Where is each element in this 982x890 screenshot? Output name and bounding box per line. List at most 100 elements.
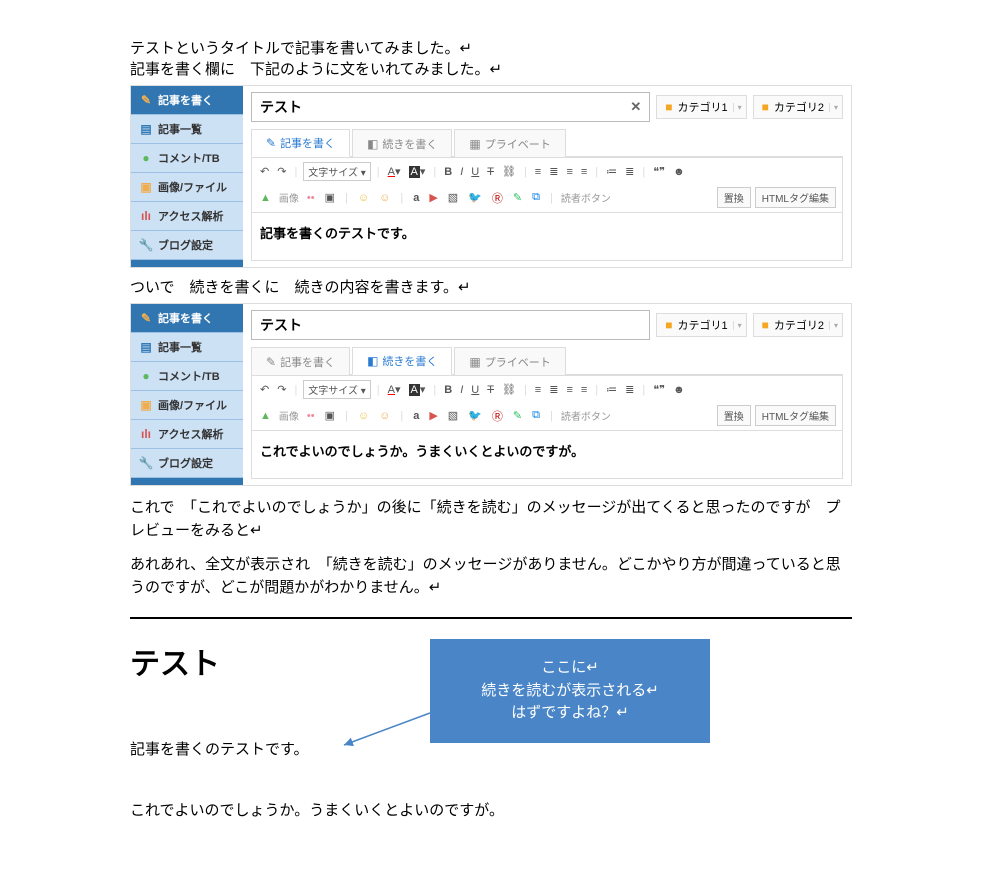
reader-button-label[interactable]: 読者ボタン (561, 190, 611, 205)
emoji-button[interactable]: ☻ (671, 384, 687, 396)
undo-button[interactable]: ↶ (258, 165, 271, 178)
tab-continue[interactable]: ◧続きを書く (352, 347, 452, 375)
youtube-button[interactable]: ▶ (427, 191, 439, 204)
smile1-button[interactable]: ☺ (356, 192, 371, 204)
smile2-button[interactable]: ☺ (377, 410, 392, 422)
sidebar-analytics[interactable]: ılıアクセス解析 (131, 420, 243, 449)
sidebar-comment[interactable]: ●コメント/TB (131, 362, 243, 391)
sidebar-write[interactable]: ✎記事を書く (131, 304, 243, 333)
tab-private[interactable]: ▦プライベート (454, 347, 565, 375)
align-center-button[interactable]: ≣ (547, 165, 560, 178)
sidebar-list[interactable]: ▤記事一覧 (131, 115, 243, 144)
callout-line: 続きを読むが表示される↵ (440, 680, 700, 703)
align-justify-button[interactable]: ≡ (579, 166, 589, 178)
twitter-button[interactable]: 🐦 (466, 191, 484, 204)
smile2-button[interactable]: ☺ (377, 192, 392, 204)
photo-button[interactable]: ▣ (323, 191, 337, 204)
undo-button[interactable]: ↶ (258, 383, 271, 396)
photo-button[interactable]: ▣ (323, 409, 337, 422)
title-input[interactable]: テスト ✕ (251, 92, 650, 122)
sidebar-image[interactable]: ▣画像/ファイル (131, 391, 243, 420)
youtube-button[interactable]: ▶ (427, 409, 439, 422)
redo-button[interactable]: ↷ (275, 165, 288, 178)
sidebar-image[interactable]: ▣画像/ファイル (131, 173, 243, 202)
align-right-button[interactable]: ≡ (564, 384, 574, 396)
underline-button[interactable]: U (469, 166, 481, 178)
strike-button[interactable]: T (485, 384, 496, 396)
bg-color-button[interactable]: A ▾ (407, 165, 428, 178)
sidebar-comment[interactable]: ●コメント/TB (131, 144, 243, 173)
pencil-icon: ✎ (139, 93, 153, 107)
quote-button[interactable]: ❝❞ (651, 165, 667, 178)
rakuten-button[interactable]: Ⓡ (490, 408, 505, 424)
ul-button[interactable]: ≔ (604, 383, 619, 396)
dropbox-button[interactable]: ⧉ (530, 191, 542, 204)
sidebar-settings[interactable]: 🔧ブログ設定 (131, 231, 243, 260)
image-insert-button[interactable]: ▲ (258, 192, 273, 204)
html-edit-button[interactable]: HTMLタグ編集 (755, 405, 836, 426)
text-color-button[interactable]: A ▾ (386, 165, 403, 178)
sidebar-write[interactable]: ✎記事を書く (131, 86, 243, 115)
evernote-button[interactable]: ✎ (511, 409, 524, 422)
content-textarea[interactable]: これでよいのでしょうか。うまくいくとよいのですが。 (251, 431, 843, 479)
rakuten-button[interactable]: Ⓡ (490, 190, 505, 206)
sidebar-list[interactable]: ▤記事一覧 (131, 333, 243, 362)
emoji-button[interactable]: ☻ (671, 166, 687, 178)
sidebar-analytics[interactable]: ılıアクセス解析 (131, 202, 243, 231)
align-right-button[interactable]: ≡ (564, 166, 574, 178)
title-input[interactable]: テスト (251, 310, 650, 340)
replace-button[interactable]: 置換 (717, 187, 751, 208)
align-left-button[interactable]: ≡ (533, 384, 543, 396)
tab-continue[interactable]: ◧続きを書く (352, 129, 452, 157)
sidebar-label: アクセス解析 (158, 208, 223, 224)
ol-button[interactable]: ≣ (623, 383, 636, 396)
tab-label: プライベート (485, 354, 551, 370)
smile1-button[interactable]: ☺ (356, 410, 371, 422)
ul-button[interactable]: ≔ (604, 165, 619, 178)
clear-icon[interactable]: ✕ (630, 99, 641, 115)
align-center-button[interactable]: ≣ (547, 383, 560, 396)
html-edit-button[interactable]: HTMLタグ編集 (755, 187, 836, 208)
underline-button[interactable]: U (469, 384, 481, 396)
ol-button[interactable]: ≣ (623, 165, 636, 178)
amazon-button[interactable]: a (411, 410, 421, 422)
font-size-select[interactable]: 文字サイズ ▾ (303, 162, 371, 181)
sidebar-settings[interactable]: 🔧ブログ設定 (131, 449, 243, 478)
content-textarea[interactable]: 記事を書くのテストです。 (251, 213, 843, 261)
flickr-button[interactable]: •• (305, 192, 317, 204)
font-size-select[interactable]: 文字サイズ ▾ (303, 380, 371, 399)
strike-button[interactable]: T (485, 166, 496, 178)
flickr-button[interactable]: •• (305, 410, 317, 422)
link-button[interactable]: ⛓ (500, 383, 518, 396)
category-1-button[interactable]: ■カテゴリ1▾ (656, 95, 746, 119)
italic-button[interactable]: I (458, 166, 465, 178)
nico-button[interactable]: ▧ (446, 191, 460, 204)
image-insert-button[interactable]: ▲ (258, 410, 273, 422)
tab-write[interactable]: ✎記事を書く (251, 129, 350, 157)
evernote-button[interactable]: ✎ (511, 191, 524, 204)
italic-button[interactable]: I (458, 384, 465, 396)
dropbox-button[interactable]: ⧉ (530, 409, 542, 422)
text-color-button[interactable]: A ▾ (386, 383, 403, 396)
comment-icon: ● (139, 151, 153, 165)
bg-color-button[interactable]: A ▾ (407, 383, 428, 396)
reader-button-label[interactable]: 読者ボタン (561, 408, 611, 423)
tab-write[interactable]: ✎記事を書く (251, 347, 350, 375)
category-1-button[interactable]: ■カテゴリ1▾ (656, 313, 746, 337)
link-button[interactable]: ⛓ (500, 165, 518, 178)
align-justify-button[interactable]: ≡ (579, 384, 589, 396)
amazon-button[interactable]: a (411, 192, 421, 204)
category-2-button[interactable]: ■カテゴリ2▾ (753, 95, 843, 119)
bold-button[interactable]: B (442, 384, 454, 396)
redo-button[interactable]: ↷ (275, 383, 288, 396)
category-label: カテゴリ1 (677, 317, 727, 333)
twitter-button[interactable]: 🐦 (466, 409, 484, 422)
category-2-button[interactable]: ■カテゴリ2▾ (753, 313, 843, 337)
wrench-icon: 🔧 (139, 238, 153, 252)
replace-button[interactable]: 置換 (717, 405, 751, 426)
align-left-button[interactable]: ≡ (533, 166, 543, 178)
quote-button[interactable]: ❝❞ (651, 383, 667, 396)
tab-private[interactable]: ▦プライベート (454, 129, 565, 157)
nico-button[interactable]: ▧ (446, 409, 460, 422)
bold-button[interactable]: B (442, 166, 454, 178)
